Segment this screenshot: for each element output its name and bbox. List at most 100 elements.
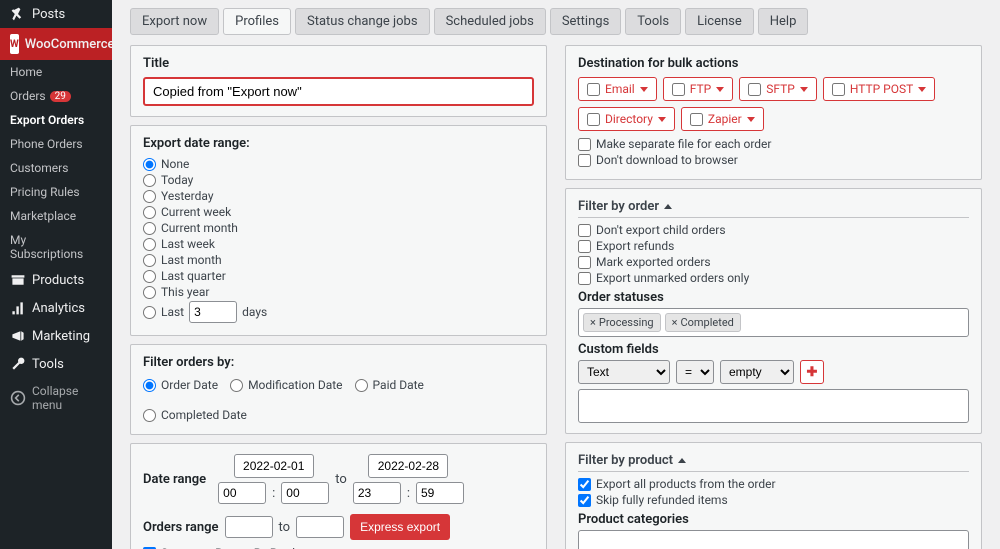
- tab-profiles[interactable]: Profiles: [223, 8, 291, 35]
- dest-ftp[interactable]: FTP: [663, 77, 733, 101]
- check-mark-exported[interactable]: Mark exported orders: [578, 255, 969, 269]
- time-from-h[interactable]: [218, 482, 266, 504]
- time-to-m[interactable]: [416, 482, 464, 504]
- radio-current-week[interactable]: Current week: [143, 205, 534, 219]
- sidebar-sub-phone-orders[interactable]: Phone Orders: [0, 132, 112, 156]
- sidebar-sub-pricing-rules[interactable]: Pricing Rules: [0, 180, 112, 204]
- sidebar-sub-customers[interactable]: Customers: [0, 156, 112, 180]
- sidebar-sub-marketplace[interactable]: Marketplace: [0, 204, 112, 228]
- filter-product-heading[interactable]: Filter by product: [578, 453, 969, 472]
- sidebar-item-products[interactable]: Products: [0, 266, 112, 294]
- radio-paid-date[interactable]: Paid Date: [355, 378, 424, 392]
- check-unmarked-only[interactable]: Export unmarked orders only: [578, 271, 969, 285]
- pin-icon: [10, 6, 26, 22]
- radio-modification-date[interactable]: Modification Date: [230, 378, 342, 392]
- filter-order-heading[interactable]: Filter by order: [578, 199, 969, 218]
- check-separate-file[interactable]: Make separate file for each order: [578, 137, 969, 151]
- remove-icon[interactable]: ×: [590, 316, 596, 329]
- sidebar-item-woocommerce[interactable]: W WooCommerce: [0, 28, 112, 60]
- tab-scheduled-jobs[interactable]: Scheduled jobs: [434, 8, 546, 35]
- tab-help[interactable]: Help: [758, 8, 809, 35]
- sidebar-item-marketing[interactable]: Marketing: [0, 322, 112, 350]
- destination-box: Destination for bulk actions Email FTP S…: [565, 45, 982, 180]
- sidebar-collapse[interactable]: Collapse menu: [0, 378, 112, 418]
- dest-zapier[interactable]: Zapier: [681, 107, 764, 131]
- sidebar-item-tools[interactable]: Tools: [0, 350, 112, 378]
- status-tag-processing[interactable]: ×Processing: [583, 313, 661, 332]
- check-no-child[interactable]: Don't export child orders: [578, 223, 969, 237]
- sidebar-sub-orders[interactable]: Orders 29: [0, 84, 112, 108]
- title-box: Title: [130, 45, 547, 117]
- product-categories-input[interactable]: [578, 530, 969, 549]
- date-range-label: Date range: [143, 472, 206, 487]
- tab-tools[interactable]: Tools: [625, 8, 681, 35]
- title-label: Title: [143, 56, 534, 71]
- add-custom-field-button[interactable]: ✚: [800, 360, 824, 384]
- check-skip-refunded[interactable]: Skip fully refunded items: [578, 493, 969, 507]
- orders-from-input[interactable]: [225, 516, 273, 538]
- check-no-download[interactable]: Don't download to browser: [578, 153, 969, 167]
- check-export-all-products[interactable]: Export all products from the order: [578, 477, 969, 491]
- radio-yesterday[interactable]: Yesterday: [143, 189, 534, 203]
- sidebar-sub-subscriptions[interactable]: My Subscriptions: [0, 228, 112, 266]
- orders-count-badge: 29: [50, 91, 71, 102]
- dest-sftp[interactable]: SFTP: [739, 77, 817, 101]
- tab-license[interactable]: License: [685, 8, 754, 35]
- custom-field-op-select[interactable]: =: [676, 360, 714, 384]
- dest-directory[interactable]: Directory: [578, 107, 675, 131]
- caret-down-icon: [640, 87, 648, 92]
- dest-http-post[interactable]: HTTP POST: [823, 77, 935, 101]
- custom-field-val-select[interactable]: empty: [720, 360, 794, 384]
- radio-last-n-days[interactable]: Lastdays: [143, 301, 534, 323]
- tab-export-now[interactable]: Export now: [130, 8, 219, 35]
- order-statuses-label: Order statuses: [578, 290, 969, 305]
- dest-email[interactable]: Email: [578, 77, 657, 101]
- date-to-input[interactable]: [368, 454, 448, 478]
- order-statuses-input[interactable]: ×Processing ×Completed: [578, 308, 969, 337]
- radio-this-year[interactable]: This year: [143, 285, 534, 299]
- orders-to-input[interactable]: [296, 516, 344, 538]
- sidebar-label: WooCommerce: [25, 37, 115, 52]
- sidebar-label: Tools: [32, 357, 64, 372]
- tab-settings[interactable]: Settings: [550, 8, 621, 35]
- status-tag-completed[interactable]: ×Completed: [665, 313, 741, 332]
- radio-today[interactable]: Today: [143, 173, 534, 187]
- product-categories-label: Product categories: [578, 512, 969, 527]
- radio-last-week[interactable]: Last week: [143, 237, 534, 251]
- tab-status-change-jobs[interactable]: Status change jobs: [295, 8, 430, 35]
- custom-fields-input[interactable]: [578, 389, 969, 423]
- radio-current-month[interactable]: Current month: [143, 221, 534, 235]
- collapse-icon: [10, 390, 26, 406]
- time-from-m[interactable]: [281, 482, 329, 504]
- sidebar-item-analytics[interactable]: Analytics: [0, 294, 112, 322]
- caret-down-icon: [747, 117, 755, 122]
- sidebar-item-posts[interactable]: Posts: [0, 0, 112, 28]
- last-days-input[interactable]: [189, 301, 237, 323]
- woo-icon: W: [10, 34, 19, 54]
- sidebar-label: Posts: [32, 7, 65, 22]
- sidebar-label: Marketing: [32, 329, 90, 344]
- sidebar-sub-export-orders[interactable]: Export Orders: [0, 108, 112, 132]
- title-input[interactable]: [143, 77, 534, 106]
- sidebar-label: Analytics: [32, 301, 85, 316]
- radio-none[interactable]: None: [143, 157, 534, 171]
- filter-product-box: Filter by product Export all products fr…: [565, 442, 982, 549]
- remove-icon[interactable]: ×: [672, 316, 678, 329]
- date-span-box: Date range :: [130, 443, 547, 549]
- to-word-2: to: [279, 520, 291, 535]
- radio-last-quarter[interactable]: Last quarter: [143, 269, 534, 283]
- sidebar-label: Collapse menu: [32, 384, 102, 412]
- sidebar-sub-home[interactable]: Home: [0, 60, 112, 84]
- date-from-input[interactable]: [234, 454, 314, 478]
- check-export-refunds[interactable]: Export refunds: [578, 239, 969, 253]
- radio-completed-date[interactable]: Completed Date: [143, 408, 247, 422]
- caret-down-icon: [918, 87, 926, 92]
- radio-last-month[interactable]: Last month: [143, 253, 534, 267]
- radio-order-date[interactable]: Order Date: [143, 378, 218, 392]
- express-export-button[interactable]: Express export: [350, 514, 450, 540]
- wrench-icon: [10, 356, 26, 372]
- custom-field-type-select[interactable]: Text: [578, 360, 670, 384]
- filter-order-box: Filter by order Don't export child order…: [565, 188, 982, 434]
- caret-up-icon: [678, 458, 686, 463]
- time-to-h[interactable]: [353, 482, 401, 504]
